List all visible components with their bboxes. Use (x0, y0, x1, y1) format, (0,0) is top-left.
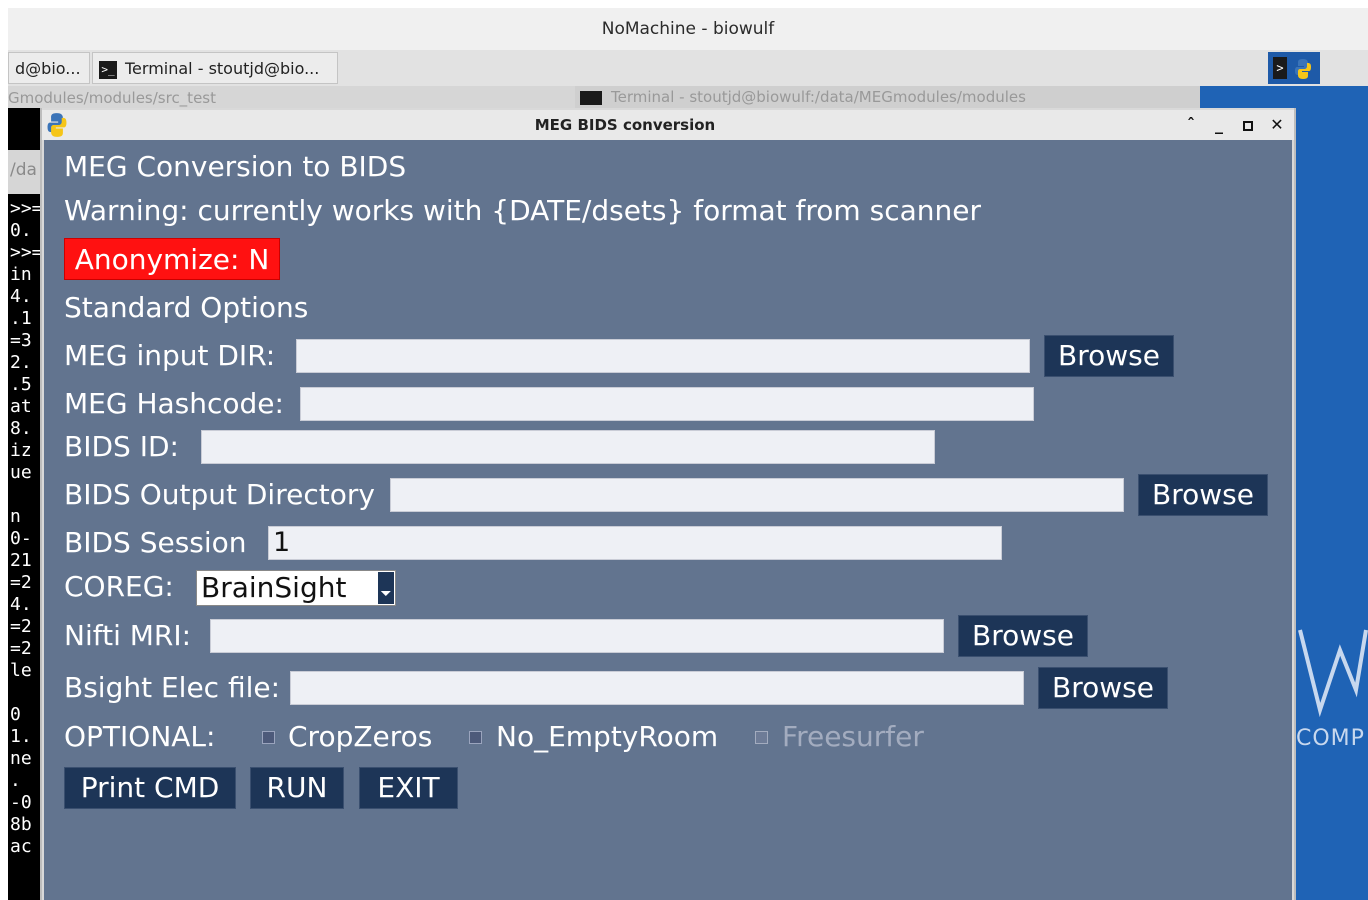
bids-id-label: BIDS ID: (64, 430, 179, 463)
terminal-line: 1. (10, 726, 32, 747)
anonymize-toggle-button[interactable]: Anonymize: N (64, 238, 280, 280)
taskbar-item-terminal-1[interactable]: d@bio... (8, 52, 90, 84)
terminal-line: ne (10, 748, 32, 769)
terminal-line: =2 (10, 638, 32, 659)
nifti-mri-label: Nifti MRI: (64, 619, 192, 652)
taskbar-item-label: d@bio... (15, 59, 81, 78)
browse-meg-input-button[interactable]: Browse (1044, 335, 1174, 377)
coreg-label: COREG: (64, 570, 174, 603)
background-window-title-left: Gmodules/modules/src_test (8, 89, 216, 107)
terminal-line: 21 (10, 550, 32, 571)
browse-nifti-button[interactable]: Browse (958, 615, 1088, 657)
terminal-line: 8. (10, 418, 32, 439)
bids-session-label: BIDS Session (64, 526, 247, 559)
terminal-line: =2 (10, 572, 32, 593)
close-icon[interactable]: ✕ (1266, 114, 1288, 136)
dialog-title: MEG BIDS conversion (534, 116, 716, 134)
tray-python-icon[interactable] (1294, 58, 1312, 84)
terminal-line: .5 (10, 374, 32, 395)
background-window-title-text: Terminal - stoutjd@biowulf:/data/MEGmodu… (611, 88, 1026, 106)
meg-hashcode-label: MEG Hashcode: (64, 387, 284, 420)
freesurfer-label: Freesurfer (782, 720, 924, 753)
bids-output-dir-field[interactable] (390, 478, 1124, 512)
terminal-line: >>= (10, 242, 42, 263)
nifti-mri-field[interactable] (210, 619, 944, 653)
bsight-elec-field[interactable] (290, 671, 1024, 705)
terminal-line: at (10, 396, 32, 417)
terminal-line: 0. (10, 220, 32, 241)
terminal-line: =3 (10, 330, 32, 351)
background-window-title-right: Terminal - stoutjd@biowulf:/data/MEGmodu… (575, 86, 1200, 108)
maximize-icon[interactable] (1237, 114, 1259, 136)
chevron-down-icon[interactable]: ⏷ (378, 572, 394, 604)
terminal-line: iz (10, 440, 32, 461)
freesurfer-checkbox (755, 731, 768, 744)
cropzeros-label[interactable]: CropZeros (288, 719, 432, 755)
terminal-line: 8b (10, 814, 32, 835)
terminal-line: 0 (10, 704, 21, 725)
bids-session-field[interactable]: 1 (268, 526, 1002, 560)
bids-id-field[interactable] (201, 430, 935, 464)
print-cmd-button[interactable]: Print CMD (64, 767, 236, 809)
terminal-icon: >_ (99, 60, 117, 79)
terminal-line: -0 (10, 792, 32, 813)
no-emptyroom-checkbox[interactable] (469, 731, 482, 744)
page-title: MEG Conversion to BIDS (64, 150, 407, 183)
terminal-line: 4. (10, 594, 32, 615)
terminal-line: ue (10, 462, 32, 483)
terminal-line: 4. (10, 286, 32, 307)
terminal-line: ac (10, 836, 32, 857)
exit-button[interactable]: EXIT (359, 767, 458, 809)
browse-bsight-button[interactable]: Browse (1038, 667, 1168, 709)
run-button[interactable]: RUN (250, 767, 344, 809)
meg-input-dir-field[interactable] (296, 339, 1030, 373)
terminal-line: 2. (10, 352, 32, 373)
meg-input-dir-label: MEG input DIR: (64, 339, 276, 372)
browse-bids-output-button[interactable]: Browse (1138, 474, 1268, 516)
minimize-icon[interactable]: _ (1208, 114, 1230, 136)
coreg-select[interactable]: BrainSight (196, 570, 396, 606)
warning-text: Warning: currently works with {DATE/dset… (64, 194, 981, 227)
taskbar-item-label: Terminal - stoutjd@bio... (125, 59, 320, 78)
terminal-line: .1 (10, 308, 32, 329)
terminal-line: le (10, 660, 32, 681)
tray-terminal-icon[interactable]: > (1273, 57, 1287, 79)
terminal-icon (580, 91, 602, 105)
terminal-line: n (10, 506, 21, 527)
terminal-line: 0- (10, 528, 32, 549)
bsight-elec-label: Bsight Elec file: (64, 671, 281, 704)
terminal-line: >>= (10, 198, 42, 219)
terminal-line: =2 (10, 616, 32, 637)
desktop-logo (1296, 620, 1368, 720)
optional-label: OPTIONAL: (64, 720, 216, 753)
cropzeros-checkbox[interactable] (262, 731, 275, 744)
no-emptyroom-label[interactable]: No_EmptyRoom (496, 719, 718, 755)
shade-icon[interactable]: ˆ (1180, 114, 1202, 136)
app-title: NoMachine - biowulf (601, 19, 775, 39)
terminal-line: in (10, 264, 32, 285)
bids-output-dir-label: BIDS Output Directory (64, 478, 375, 511)
terminal-line: . (10, 770, 21, 791)
section-heading: Standard Options (64, 291, 309, 324)
meg-hashcode-field[interactable] (300, 387, 1034, 421)
taskbar-item-terminal-2[interactable]: >_ Terminal - stoutjd@bio... (92, 52, 338, 84)
desktop-logo-text: COMP (1296, 726, 1365, 751)
background-path-fragment: /da (10, 160, 37, 180)
